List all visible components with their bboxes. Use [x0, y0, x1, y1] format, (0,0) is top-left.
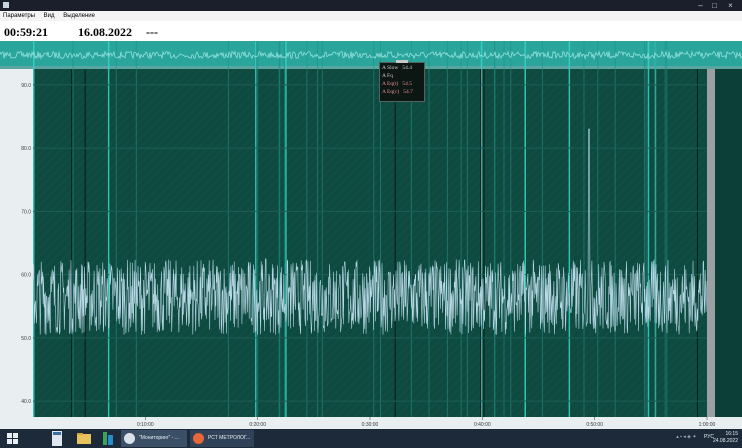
current-time: 00:59:21 — [4, 25, 48, 39]
legend-label: A Fq — [382, 73, 393, 79]
legend-popup[interactable]: A Slow 54.4 A Fq A Eq(t) 54.5 A Eq(c) 54.7 — [379, 60, 425, 102]
x-tick-label: 0:30:00 — [362, 422, 379, 428]
event-marker[interactable] — [583, 41, 585, 417]
y-tick-label: 70.0 — [21, 209, 31, 215]
cursor-line[interactable] — [480, 69, 482, 417]
event-marker[interactable] — [283, 41, 285, 417]
event-marker[interactable] — [541, 41, 543, 417]
x-tick-label: 0:50:00 — [586, 422, 603, 428]
event-marker[interactable] — [227, 41, 229, 417]
event-marker[interactable] — [460, 41, 462, 417]
taskbar-app-label: РСТ МЕТРОЛОГ... — [208, 435, 251, 441]
taskbar: "Мониторинг" - ... РСТ МЕТРОЛОГ... ▴ ▪ ◂… — [0, 429, 742, 448]
event-marker[interactable] — [666, 41, 668, 417]
file-explorer-icon[interactable] — [76, 430, 92, 447]
event-marker[interactable] — [135, 41, 137, 417]
event-marker[interactable] — [278, 41, 280, 417]
event-marker[interactable] — [285, 41, 287, 417]
event-marker[interactable] — [614, 41, 616, 417]
cursor-line[interactable] — [394, 69, 396, 417]
calculator-icon[interactable] — [50, 430, 64, 447]
event-marker[interactable] — [321, 41, 323, 417]
legend-value: 54.5 — [402, 81, 412, 87]
plot-area[interactable] — [33, 69, 707, 417]
event-marker[interactable] — [524, 41, 527, 417]
minimize-icon[interactable]: – — [694, 1, 707, 10]
event-marker[interactable] — [597, 41, 599, 417]
app-launcher-icon[interactable] — [101, 430, 115, 447]
event-marker[interactable] — [655, 41, 657, 417]
clock-date: 24.08.2022 — [712, 438, 738, 444]
cursor-line[interactable] — [84, 69, 86, 417]
event-marker[interactable] — [428, 41, 430, 417]
y-tick-label: 90.0 — [21, 83, 31, 89]
legend-row-eqc[interactable]: A Eq(c) 54.7 — [382, 88, 422, 96]
x-tick-label: 0:40:00 — [474, 422, 491, 428]
system-tray[interactable]: ▴ ▪ ◂ ◈ ✦ РУС — [676, 434, 714, 440]
menu-item-view[interactable]: Вид — [44, 13, 55, 19]
maximize-icon[interactable]: □ — [708, 1, 721, 10]
legend-row-eqt[interactable]: A Eq(t) 54.5 — [382, 80, 422, 88]
legend-row-slow[interactable]: A Slow 54.4 — [382, 64, 422, 72]
taskbar-app-label: "Мониторинг" - ... — [139, 435, 179, 441]
menu-item-selection[interactable]: Выделение — [63, 13, 95, 19]
x-tick-label: 1:00:00 — [699, 422, 716, 428]
event-marker[interactable] — [317, 41, 319, 417]
event-marker[interactable] — [644, 41, 645, 417]
taskbar-app-browser[interactable]: РСТ МЕТРОЛОГ... — [190, 430, 254, 447]
event-marker[interactable] — [645, 41, 647, 417]
taskbar-app-monitoring[interactable]: "Мониторинг" - ... — [121, 430, 187, 447]
event-marker[interactable] — [503, 41, 505, 417]
windows-start-icon[interactable] — [6, 430, 20, 447]
system-clock[interactable]: 16:15 24.08.2022 — [713, 431, 738, 445]
legend-label: A Eq(c) — [382, 89, 400, 95]
legend-value: 54.4 — [402, 65, 412, 71]
y-tick-label: 40.0 — [21, 399, 31, 405]
event-marker[interactable] — [647, 41, 650, 417]
event-marker[interactable] — [466, 41, 468, 417]
menu-bar: Параметры Вид Выделение — [0, 11, 742, 21]
mode-indicator: --- — [146, 25, 158, 39]
cursor-line[interactable] — [71, 69, 73, 417]
y-tick-label: 60.0 — [21, 273, 31, 279]
window-titlebar: – □ × — [0, 0, 742, 11]
tray-icons[interactable]: ▴ ▪ ◂ ◈ ✦ — [676, 434, 696, 440]
menu-item-parameters[interactable]: Параметры — [3, 13, 35, 19]
legend-drag-handle[interactable] — [396, 60, 408, 63]
event-marker[interactable] — [257, 41, 259, 417]
event-marker[interactable] — [664, 41, 666, 417]
level-chart[interactable]: 90.0 80.0 70.0 60.0 50.0 40.0 0:10:00 0:20:00 0… — [0, 41, 742, 429]
event-marker[interactable] — [115, 41, 117, 417]
y-tick-label: 50.0 — [21, 336, 31, 342]
event-marker[interactable] — [255, 41, 257, 417]
clock-time: 16:15 — [725, 431, 738, 437]
event-marker[interactable] — [568, 41, 571, 417]
status-line: 00:59:21 16.08.2022 --- — [0, 21, 742, 41]
browser-icon — [193, 433, 204, 444]
legend-value: 54.7 — [403, 89, 413, 95]
monitor-app-icon — [124, 433, 135, 444]
event-marker[interactable] — [446, 41, 448, 417]
vertical-scrollbar[interactable] — [707, 69, 715, 417]
event-marker[interactable] — [33, 41, 35, 417]
y-tick-label: 80.0 — [21, 146, 31, 152]
x-tick-label: 0:10:00 — [137, 422, 154, 428]
cursor-line[interactable] — [696, 69, 698, 417]
event-marker[interactable] — [72, 41, 74, 417]
event-marker[interactable] — [373, 41, 375, 417]
cursor-line[interactable] — [483, 69, 485, 417]
x-tick-label: 0:20:00 — [249, 422, 266, 428]
event-marker[interactable] — [510, 41, 512, 417]
event-marker[interactable] — [306, 41, 308, 417]
legend-row-fq[interactable]: A Fq — [382, 72, 422, 80]
event-marker[interactable] — [107, 41, 110, 417]
close-icon[interactable]: × — [724, 1, 737, 10]
legend-label: A Slow — [382, 65, 399, 71]
current-date: 16.08.2022 — [78, 25, 132, 39]
legend-label: A Eq(t) — [382, 81, 399, 87]
app-icon — [3, 2, 9, 8]
event-marker[interactable] — [494, 41, 495, 417]
